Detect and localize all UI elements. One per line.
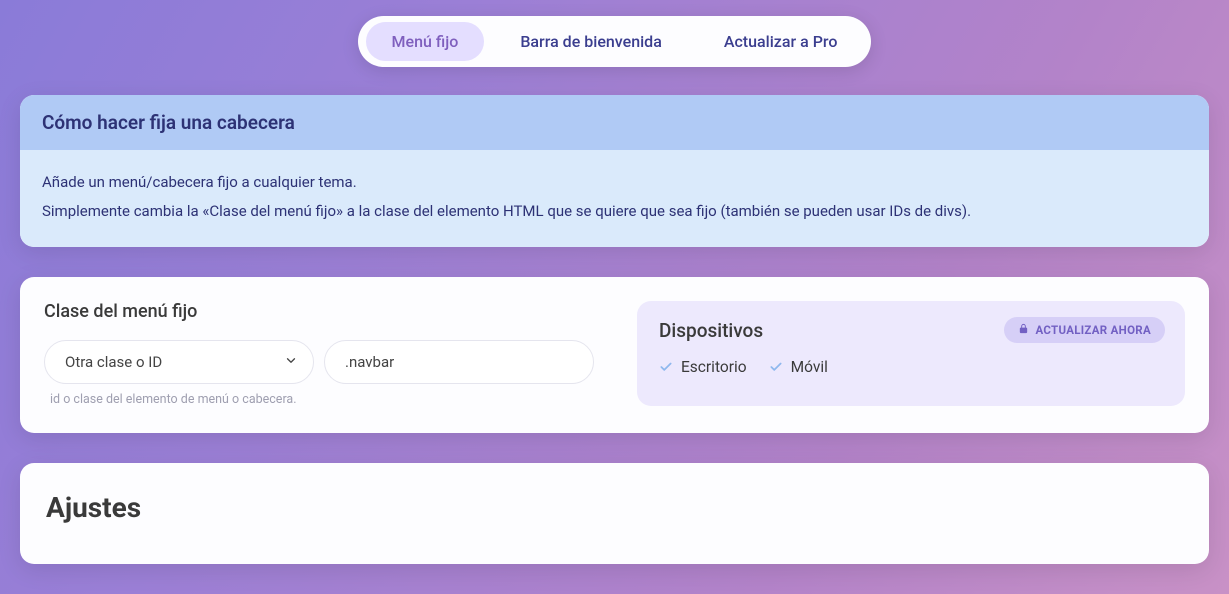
info-body: Añade un menú/cabecera fijo a cualquier … [20,150,1209,247]
device-mobile-label: Móvil [791,358,828,376]
sticky-class-card: Clase del menú fijo Otra clase o ID id o… [20,277,1209,433]
device-desktop-label: Escritorio [681,358,747,376]
check-icon [769,360,783,374]
check-icon [659,360,673,374]
devices-panel: Dispositivos ACTUALIZAR AHORA Escritorio [637,301,1185,406]
sticky-class-label: Clase del menú fijo [44,301,617,322]
sticky-class-input[interactable] [324,340,594,384]
sticky-class-input-wrap [324,340,594,384]
tab-sticky-menu[interactable]: Menú fijo [366,22,485,61]
sticky-class-column: Clase del menú fijo Otra clase o ID id o… [44,301,637,407]
tabs-container: Menú fijo Barra de bienvenida Actualizar… [358,16,872,67]
tab-welcome-bar[interactable]: Barra de bienvenida [494,22,688,61]
info-card: Cómo hacer fija una cabecera Añade un me… [20,95,1209,247]
info-line-2: Simplemente cambia la «Clase del menú fi… [42,197,1187,226]
settings-card: Ajustes [20,463,1209,564]
tab-upgrade-pro[interactable]: Actualizar a Pro [698,22,864,61]
sticky-class-controls: Otra clase o ID [44,340,617,384]
sticky-class-select[interactable]: Otra clase o ID [44,340,314,384]
devices-list: Escritorio Móvil [659,358,1163,376]
upgrade-now-button[interactable]: ACTUALIZAR AHORA [1004,317,1165,343]
lock-icon [1018,323,1029,337]
sticky-class-select-wrap: Otra clase o ID [44,340,314,384]
info-title: Cómo hacer fija una cabecera [20,95,1209,150]
info-line-1: Añade un menú/cabecera fijo a cualquier … [42,168,1187,197]
upgrade-now-label: ACTUALIZAR AHORA [1035,323,1151,337]
devices-column: Dispositivos ACTUALIZAR AHORA Escritorio [637,301,1185,407]
device-mobile[interactable]: Móvil [769,358,828,376]
sticky-class-helper: id o clase del elemento de menú o cabece… [44,392,617,407]
device-desktop[interactable]: Escritorio [659,358,747,376]
tab-bar: Menú fijo Barra de bienvenida Actualizar… [0,16,1229,67]
settings-title: Ajustes [46,491,1183,524]
